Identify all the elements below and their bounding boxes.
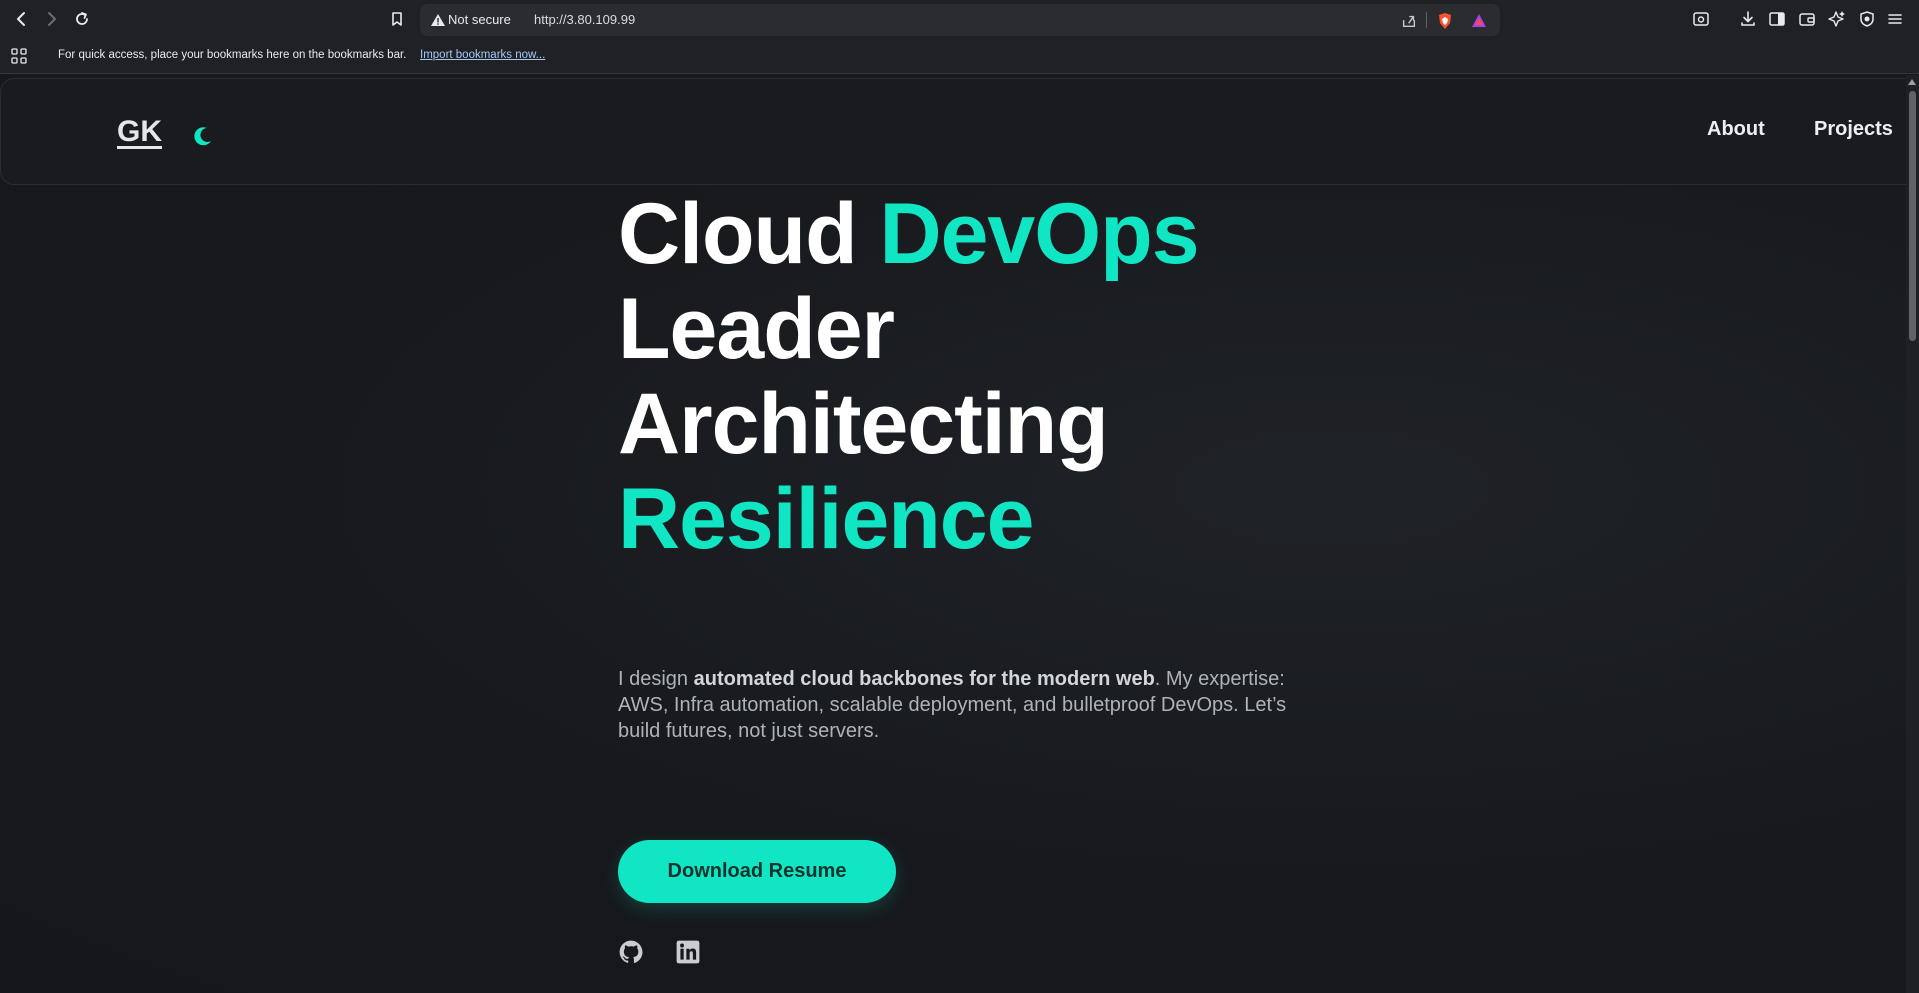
back-icon[interactable]	[10, 7, 34, 31]
brave-rewards-icon[interactable]	[1470, 12, 1488, 30]
headline-line-4: Resilience	[618, 471, 1034, 567]
import-bookmarks-link[interactable]: Import bookmarks now...	[420, 49, 545, 61]
security-label[interactable]: Not secure	[448, 12, 511, 27]
download-resume-button[interactable]: Download Resume	[618, 840, 896, 903]
url-text[interactable]: http://3.80.109.99	[534, 12, 635, 27]
page-viewport: GK About Projects Cloud DevOps Leader Ar…	[0, 75, 1906, 993]
hero-description: I design automated cloud backbones for t…	[618, 666, 1298, 744]
headline-line-2: Leader	[618, 281, 895, 377]
github-icon[interactable]	[618, 939, 644, 965]
headline-devops: DevOps	[879, 186, 1200, 282]
bookmarks-message: For quick access, place your bookmarks h…	[58, 49, 407, 61]
menu-icon[interactable]	[1883, 7, 1907, 31]
desc-bold: automated cloud backbones for the modern…	[693, 668, 1155, 690]
apps-icon[interactable]	[10, 47, 28, 65]
forward-icon[interactable]	[39, 7, 63, 31]
brave-shield-icon[interactable]	[1436, 12, 1454, 30]
warning-icon[interactable]	[430, 12, 446, 28]
bookmark-icon[interactable]	[385, 7, 409, 31]
headline-cloud: Cloud	[618, 186, 880, 282]
address-bar[interactable]: Not secure http://3.80.109.99	[420, 4, 1500, 36]
site-navbar: GK About Projects	[0, 78, 1906, 185]
headline-line-3: Architecting	[618, 376, 1109, 472]
scroll-up-arrow-icon[interactable]	[1908, 79, 1916, 85]
nav-about[interactable]: About	[1707, 118, 1765, 141]
download-icon[interactable]	[1736, 7, 1760, 31]
leo-ai-icon[interactable]	[1825, 7, 1849, 31]
wallet-icon[interactable]	[1795, 7, 1819, 31]
omnibox-divider	[1426, 12, 1427, 28]
linkedin-icon[interactable]	[675, 939, 701, 965]
reader-mode-icon[interactable]	[1689, 7, 1713, 31]
hero-section: Cloud DevOps Leader Architecting Resilie…	[618, 187, 1418, 964]
moon-icon[interactable]	[192, 125, 214, 147]
hero-headline: Cloud DevOps Leader Architecting Resilie…	[618, 187, 1418, 567]
site-logo[interactable]: GK	[117, 115, 162, 149]
scroll-thumb[interactable]	[1909, 91, 1916, 341]
nav-projects[interactable]: Projects	[1814, 118, 1893, 141]
page-scrollbar[interactable]	[1906, 75, 1919, 993]
sidebar-icon[interactable]	[1765, 7, 1789, 31]
bookmarks-bar: For quick access, place your bookmarks h…	[0, 38, 1919, 74]
desc-pre: I design	[618, 668, 694, 690]
browser-toolbar: Not secure http://3.80.109.99	[0, 0, 1919, 38]
reload-icon[interactable]	[70, 7, 94, 31]
share-icon[interactable]	[1400, 12, 1418, 30]
headline-line-1: Cloud DevOps	[618, 187, 1418, 282]
vpn-icon[interactable]	[1855, 7, 1879, 31]
